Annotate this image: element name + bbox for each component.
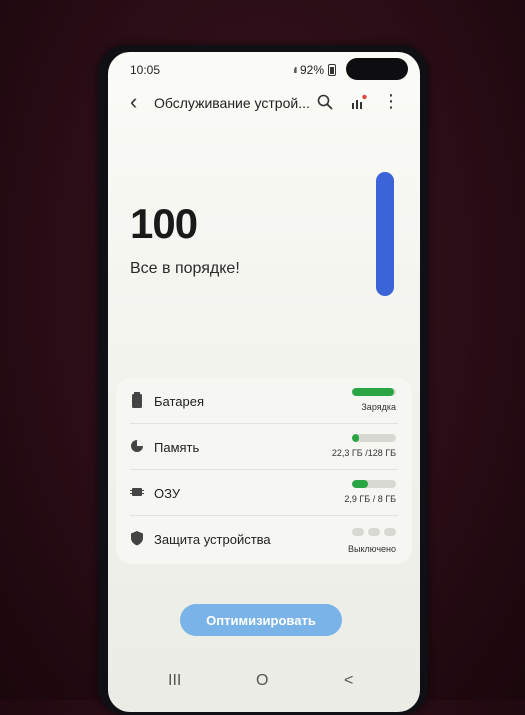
storage-progress bbox=[352, 434, 396, 442]
progress-fill bbox=[352, 434, 360, 442]
item-value: 22,3 ГБ /128 ГБ bbox=[331, 448, 396, 458]
stats-icon[interactable] bbox=[350, 93, 368, 111]
more-options-icon[interactable]: ⋮ bbox=[382, 92, 400, 110]
indicator-dot bbox=[352, 528, 364, 536]
item-label: ОЗУ bbox=[154, 486, 181, 501]
indicator-dot bbox=[368, 528, 380, 536]
protection-indicator bbox=[352, 528, 396, 536]
device-care-score: 100 bbox=[130, 200, 198, 247]
battery-progress bbox=[352, 388, 396, 396]
list-item-ram[interactable]: ОЗУ 2,9 ГБ / 8 ГБ bbox=[116, 470, 412, 516]
item-value: Зарядка bbox=[361, 402, 396, 412]
home-button[interactable]: O bbox=[256, 672, 268, 690]
clock: 10:05 bbox=[130, 63, 161, 77]
toolbar: ‹ Обслуживание устрой... ⋮ bbox=[108, 90, 420, 118]
item-label: Память bbox=[154, 440, 200, 455]
optimize-button[interactable]: Оптимизировать bbox=[180, 604, 342, 636]
item-value: Выключено bbox=[348, 544, 396, 554]
back-button[interactable]: < bbox=[344, 672, 353, 690]
status-right: ıll 92% bbox=[293, 63, 336, 77]
status-bar: 10:05 ıll 92% bbox=[122, 60, 340, 78]
progress-fill bbox=[352, 388, 394, 396]
item-label: Защита устройства bbox=[154, 532, 271, 547]
screen: 10:05 ıll 92% ‹ Обслуживание устрой... ⋮… bbox=[108, 52, 420, 712]
battery-percent: 92% bbox=[299, 63, 324, 77]
storage-icon bbox=[131, 440, 143, 452]
care-items-list: Батарея Зарядка Память 22,3 ГБ /128 ГБ О… bbox=[116, 378, 412, 564]
shield-icon bbox=[131, 531, 143, 546]
battery-status-icon bbox=[328, 64, 336, 76]
recents-button[interactable]: III bbox=[168, 672, 181, 690]
indicator-dot bbox=[384, 528, 396, 536]
back-icon[interactable]: ‹ bbox=[130, 90, 137, 114]
navigation-bar: III O < bbox=[108, 666, 420, 696]
item-value: 2,9 ГБ / 8 ГБ bbox=[344, 494, 396, 504]
ram-progress bbox=[352, 480, 396, 488]
search-icon[interactable] bbox=[316, 93, 334, 111]
status-message: Все в порядке! bbox=[130, 260, 240, 277]
item-label: Батарея bbox=[154, 394, 205, 409]
scroll-indicator[interactable] bbox=[376, 172, 394, 296]
list-item-battery[interactable]: Батарея Зарядка bbox=[116, 378, 412, 424]
front-camera bbox=[346, 58, 408, 80]
list-item-storage[interactable]: Память 22,3 ГБ /128 ГБ bbox=[116, 424, 412, 470]
list-item-device-protection[interactable]: Защита устройства Выключено bbox=[116, 516, 412, 562]
page-title: Обслуживание устрой... bbox=[154, 95, 310, 111]
progress-fill bbox=[352, 480, 368, 488]
ram-icon bbox=[130, 488, 144, 496]
signal-icon: ıll bbox=[293, 65, 297, 75]
battery-icon bbox=[132, 392, 142, 408]
